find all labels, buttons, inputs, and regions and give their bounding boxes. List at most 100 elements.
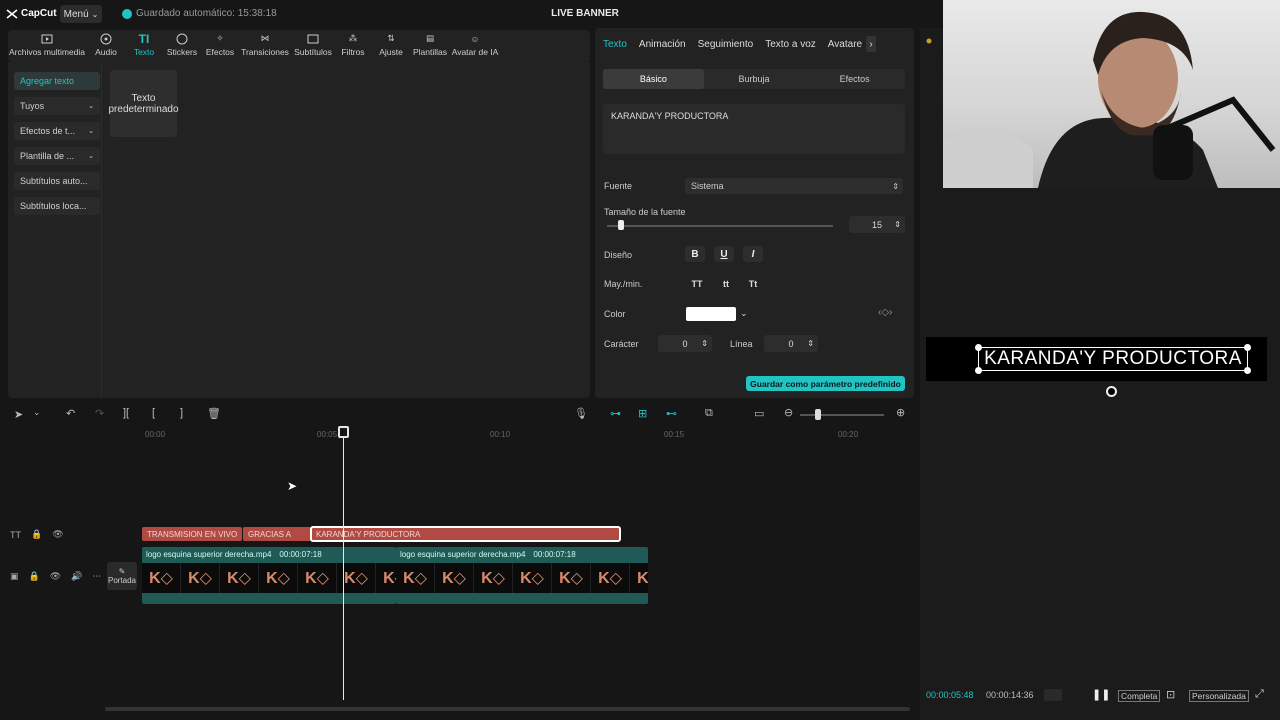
- tool-filters[interactable]: ⁂ Filtros: [334, 30, 372, 62]
- resize-handle[interactable]: [1244, 344, 1251, 351]
- tab-tracking[interactable]: Seguimiento: [698, 39, 754, 50]
- eye-icon[interactable]: 👁: [50, 571, 61, 582]
- volume-icon[interactable]: 🔊: [71, 571, 82, 582]
- tool-effects[interactable]: ✧ Efectos: [202, 30, 238, 62]
- microphone-icon[interactable]: 🎙: [574, 407, 588, 420]
- video-track-controls: ▣ 🔒 👁 🔊 ⋯: [10, 571, 101, 582]
- video-clip[interactable]: logo esquina superior derecha.mp4 00:00:0…: [396, 547, 648, 604]
- playhead[interactable]: [343, 430, 344, 700]
- fit-screen-icon[interactable]: ⊡: [1166, 688, 1175, 701]
- video-clip[interactable]: logo esquina superior derecha.mp4 00:00:0…: [142, 547, 396, 604]
- zoom-out-icon[interactable]: ⊖: [784, 406, 793, 419]
- fullscreen-icon[interactable]: ⤢: [1255, 688, 1264, 701]
- uppercase-button[interactable]: TT: [685, 276, 709, 292]
- rotate-icon[interactable]: [1106, 386, 1117, 397]
- preview-axis-icon[interactable]: ⧉: [705, 407, 713, 420]
- tool-adjust[interactable]: ⇅ Ajuste: [372, 30, 410, 62]
- nav-add-text[interactable]: Agregar texto: [14, 72, 100, 90]
- custom-ratio-button[interactable]: Personalizada: [1189, 690, 1249, 702]
- lowercase-button[interactable]: tt: [714, 276, 738, 292]
- text-clip[interactable]: TRANSMISION EN VIVO: [142, 527, 242, 541]
- tool-media[interactable]: Archivos multimedia: [8, 30, 86, 62]
- tab-text-to-speech[interactable]: Texto a voz: [765, 39, 816, 50]
- chevron-down-icon: ⌄: [91, 9, 99, 19]
- nav-text-effects[interactable]: Efectos de t... ⌄: [14, 122, 100, 140]
- text-clip-selected[interactable]: KARANDA'Y PRODUCTORA: [310, 526, 621, 542]
- color-swatch[interactable]: [686, 307, 736, 321]
- magnet-main-track-icon[interactable]: ⊶: [610, 407, 621, 420]
- ruler-tick: 00:05: [317, 430, 338, 439]
- trim-right-icon[interactable]: ]: [180, 407, 183, 419]
- subtab-effects[interactable]: Efectos: [804, 69, 905, 89]
- zoom-slider[interactable]: [800, 414, 884, 416]
- canvas-text-element[interactable]: KARANDA'Y PRODUCTORA: [975, 344, 1251, 374]
- canvas-text: KARANDA'Y PRODUCTORA: [984, 348, 1242, 369]
- select-cursor-icon[interactable]: ➤: [14, 408, 23, 421]
- bold-button[interactable]: B: [685, 246, 705, 262]
- playhead-handle[interactable]: [338, 426, 349, 438]
- chevron-right-icon[interactable]: ›: [866, 36, 877, 52]
- tool-templates[interactable]: ▤ Plantillas: [410, 30, 450, 62]
- cover-button[interactable]: ✎ Portada: [107, 562, 137, 590]
- resize-handle[interactable]: [975, 344, 982, 351]
- nav-text-templates[interactable]: Plantilla de ... ⌄: [14, 147, 100, 165]
- tool-ai-avatar[interactable]: ☺ Avatar de IA: [450, 30, 500, 62]
- nav-auto-subtitles[interactable]: Subtítulos auto...: [14, 172, 100, 190]
- filters-icon: ⁂: [348, 33, 358, 43]
- more-icon[interactable]: ⋯: [92, 571, 101, 582]
- font-select[interactable]: Sistema ⇕: [685, 178, 903, 194]
- zoom-in-icon[interactable]: ⊕: [896, 406, 905, 419]
- record-indicator-icon: [926, 38, 932, 44]
- line-spacing-stepper[interactable]: 0 ⇕: [764, 335, 818, 352]
- tab-animation[interactable]: Animación: [639, 39, 686, 50]
- tool-audio[interactable]: Audio: [86, 30, 126, 62]
- trim-left-icon[interactable]: [: [152, 407, 155, 419]
- auto-snap-icon[interactable]: ⊞: [638, 407, 647, 420]
- eye-icon[interactable]: 👁: [52, 529, 63, 540]
- menu-button[interactable]: Menú ⌄: [60, 5, 102, 23]
- timeline-scrollbar[interactable]: [105, 707, 910, 711]
- subtab-basic[interactable]: Básico: [603, 69, 704, 89]
- split-icon[interactable]: ][: [123, 407, 129, 419]
- tool-transitions[interactable]: ⋈ Transiciones: [238, 30, 292, 62]
- resize-handle[interactable]: [975, 367, 982, 374]
- complete-quality-button[interactable]: Completa: [1118, 690, 1161, 702]
- underline-button[interactable]: U: [714, 246, 734, 262]
- text-content-input[interactable]: KARANDA'Y PRODUCTORA: [603, 104, 905, 154]
- lock-icon[interactable]: 🔒: [31, 529, 42, 540]
- nav-yours[interactable]: Tuyos ⌄: [14, 97, 100, 115]
- character-spacing-stepper[interactable]: 0 ⇕: [658, 335, 712, 352]
- delete-icon[interactable]: 🗑: [207, 407, 221, 420]
- caption-icon[interactable]: ▭: [754, 407, 764, 420]
- default-text-card[interactable]: Texto predeterminado: [108, 70, 179, 137]
- undo-icon[interactable]: ↶: [66, 407, 75, 420]
- titlecase-button[interactable]: Tt: [741, 276, 765, 292]
- pause-icon[interactable]: ❚❚: [1092, 688, 1110, 701]
- zoom-slider-handle[interactable]: [815, 409, 821, 420]
- redo-icon[interactable]: ↷: [95, 407, 104, 420]
- keyframe-icon[interactable]: ‹◇›: [878, 307, 892, 318]
- font-size-value: 15: [871, 219, 882, 230]
- font-size-stepper[interactable]: 15 ⇕: [849, 216, 905, 233]
- tab-avatars[interactable]: Avatare: [828, 39, 862, 50]
- timeline-mode-icon[interactable]: [1044, 689, 1062, 701]
- chevron-down-icon[interactable]: ⌄: [740, 308, 748, 319]
- thumbnail: K◇: [474, 563, 513, 593]
- menu-label: Menú: [63, 8, 89, 20]
- text-icon: TI: [138, 31, 150, 46]
- chevron-down-icon[interactable]: ⌄: [33, 407, 41, 418]
- tab-text[interactable]: Texto: [603, 39, 627, 50]
- lock-icon[interactable]: 🔒: [29, 571, 40, 582]
- nav-local-subtitles[interactable]: Subtítulos loca...: [14, 197, 100, 215]
- tool-subtitles[interactable]: Subtítulos: [292, 30, 334, 62]
- subtab-bubble[interactable]: Burbuja: [704, 69, 805, 89]
- font-size-slider[interactable]: [607, 225, 833, 227]
- tool-text[interactable]: TI Texto: [126, 30, 162, 62]
- save-preset-button[interactable]: Guardar como parámetro predefinido: [746, 376, 905, 391]
- italic-button[interactable]: I: [743, 246, 763, 262]
- resize-handle[interactable]: [1244, 367, 1251, 374]
- font-size-slider-handle[interactable]: [618, 220, 625, 230]
- tool-stickers[interactable]: Stickers: [162, 30, 202, 62]
- text-clip[interactable]: GRACIAS A: [243, 527, 311, 541]
- link-icon[interactable]: ⊷: [666, 407, 677, 420]
